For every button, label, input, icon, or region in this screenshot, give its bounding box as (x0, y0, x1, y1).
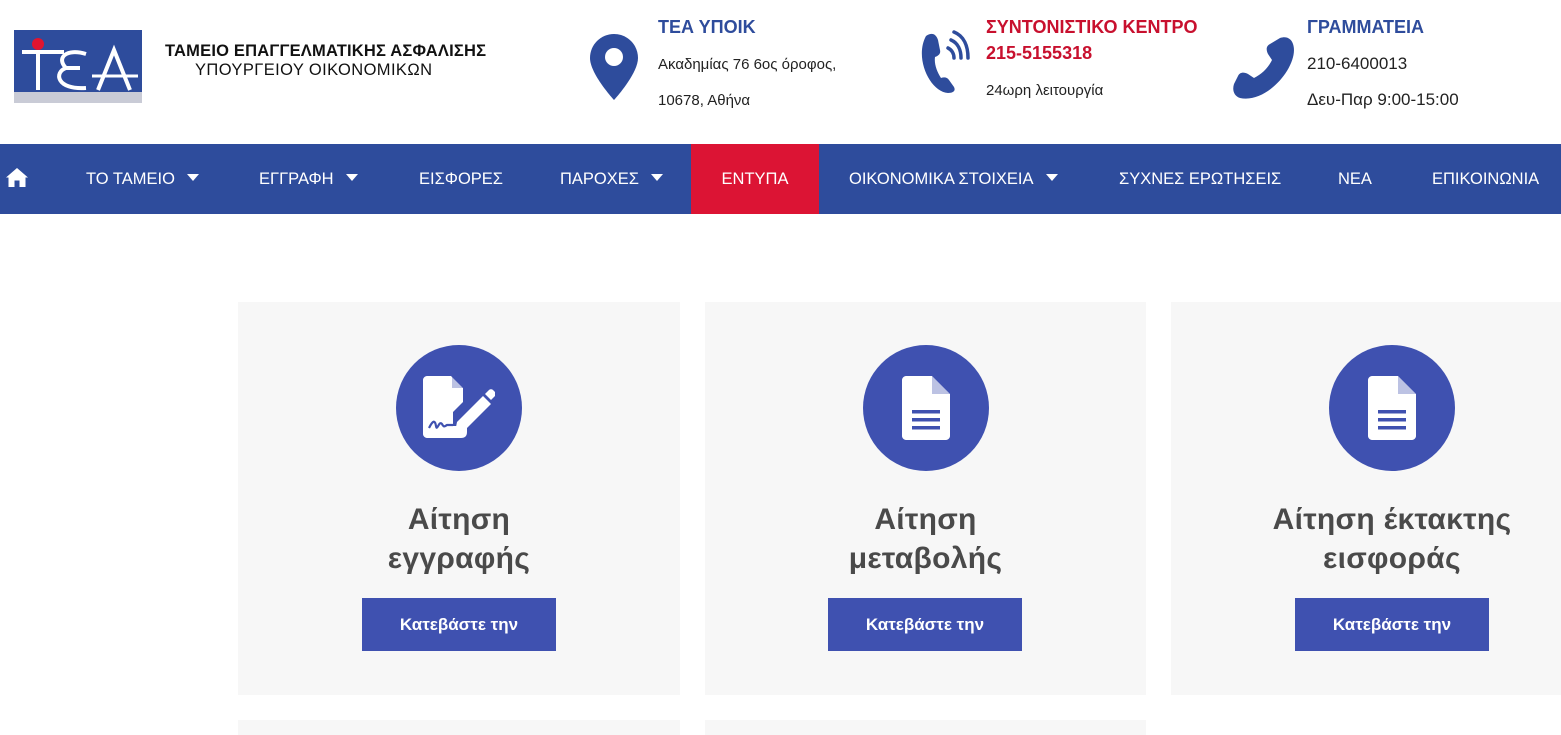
form-card-partial (238, 720, 680, 735)
call-center-title: ΣΥΝΤΟΝΙΣΤΙΚΟ ΚΕΝΤΡΟ (986, 17, 1198, 37)
tea-logo[interactable] (14, 30, 142, 103)
nav-item-label: ΕΓΓΡΑΦΗ (259, 170, 334, 188)
card-title-line1: Αίτηση (407, 503, 511, 536)
phone-ringing-icon (918, 28, 970, 99)
card-title-line1: Αίτηση (874, 503, 977, 536)
secretariat-hours: Δευ-Παρ 9:00-15:00 (1307, 90, 1459, 109)
chevron-down-icon (345, 174, 358, 182)
home-icon[interactable] (6, 168, 28, 192)
chevron-down-icon (1045, 174, 1058, 182)
nav-item-eisfores[interactable]: ΕΙΣΦΟΡΕΣ (419, 144, 503, 214)
logo-line1: ΤΑΜΕΙΟ ΕΠΑΓΓΕΛΜΑΤΙΚΗΣ ΑΣΦΑΛΙΣΗΣ (165, 42, 487, 60)
phone-icon (1230, 34, 1296, 105)
nav-item-label: ΣΥΧΝΕΣ ΕΡΩΤΗΣΕΙΣ (1119, 170, 1282, 188)
nav-item-label: ΕΝΤΥΠΑ (721, 170, 789, 188)
card-title: Αίτηση έκτακτης εισφοράς (1171, 500, 1561, 578)
nav-item-label: ΝΕΑ (1338, 170, 1372, 188)
nav-item-nea[interactable]: ΝΕΑ (1338, 144, 1372, 214)
form-card-eggrafi: Αίτηση εγγραφής Κατεβάστε την (238, 302, 680, 695)
form-card-ektakti-eisfora: Αίτηση έκτακτης εισφοράς Κατεβάστε την (1171, 302, 1561, 695)
card-title: Αίτηση μεταβολής (705, 500, 1146, 578)
nav-item-label: ΤΟ ΤΑΜΕΙΟ (86, 170, 175, 188)
card-title-line2: μεταβολής (848, 542, 1003, 575)
card-title: Αίτηση εγγραφής (238, 500, 680, 578)
download-button-eggrafi[interactable]: Κατεβάστε την (362, 598, 556, 651)
form-card-partial (705, 720, 1146, 735)
nav-item-oikonomika-stoixeia[interactable]: ΟΙΚΟΝΟΜΙΚΑ ΣΤΟΙΧΕΙΑ (849, 144, 1058, 214)
nav-item-to-tameio[interactable]: ΤΟ ΤΑΜΕΙΟ (86, 144, 199, 214)
map-pin-icon (590, 34, 638, 105)
file-signature-icon (396, 345, 522, 471)
nav-item-entypa[interactable]: ΕΝΤΥΠΑ (691, 144, 819, 214)
form-card-metavoli: Αίτηση μεταβολής Κατεβάστε την (705, 302, 1146, 695)
logo-line2: ΥΠΟΥΡΓΕΙΟΥ ΟΙΚΟΝΟΜΙΚΩΝ (195, 61, 433, 79)
secretariat-title: ΓΡΑΜΜΑΤΕΙΑ (1307, 17, 1424, 37)
tea-logo-mark (14, 30, 142, 103)
card-title-line2: εισφοράς (1323, 542, 1461, 575)
main-nav: ΤΟ ΤΑΜΕΙΟ ΕΓΓΡΑΦΗ ΕΙΣΦΟΡΕΣ ΠΑΡΟΧΕΣ ΕΝΤΥΠ… (0, 144, 1561, 214)
download-button-ektakti-eisfora[interactable]: Κατεβάστε την (1295, 598, 1489, 651)
address-line2: 10678, Αθήνα (658, 92, 751, 109)
logo-text: ΤΑΜΕΙΟ ΕΠΑΓΓΕΛΜΑΤΙΚΗΣ ΑΣΦΑΛΙΣΗΣ ΥΠΟΥΡΓΕΙ… (165, 42, 495, 80)
chevron-down-icon (186, 174, 199, 182)
file-alt-icon (1329, 345, 1455, 471)
card-title-line1: Αίτηση έκτακτης (1272, 503, 1512, 536)
nav-item-eggrafi[interactable]: ΕΓΓΡΑΦΗ (259, 144, 358, 214)
file-alt-icon (863, 345, 989, 471)
address-line1: Ακαδημίας 76 6ος όροφος, (658, 56, 837, 73)
call-center-hours: 24ωρη λειτουργία (986, 82, 1104, 99)
chevron-down-icon (650, 174, 663, 182)
nav-item-label: ΠΑΡΟΧΕΣ (560, 170, 639, 188)
nav-item-label: ΕΠΙΚΟΙΝΩΝΙΑ (1432, 170, 1540, 188)
download-button-metavoli[interactable]: Κατεβάστε την (828, 598, 1022, 651)
nav-item-label: ΕΙΣΦΟΡΕΣ (419, 170, 503, 188)
call-center-phone[interactable]: 215-5155318 (986, 43, 1092, 64)
site-header: ΤΑΜΕΙΟ ΕΠΑΓΓΕΛΜΑΤΙΚΗΣ ΑΣΦΑΛΙΣΗΣ ΥΠΟΥΡΓΕΙ… (0, 0, 1561, 144)
card-title-line2: εγγραφής (387, 542, 531, 575)
nav-item-syxnes-erotiseis[interactable]: ΣΥΧΝΕΣ ΕΡΩΤΗΣΕΙΣ (1119, 144, 1281, 214)
nav-item-paroxes[interactable]: ΠΑΡΟΧΕΣ (560, 144, 663, 214)
nav-item-label: ΟΙΚΟΝΟΜΙΚΑ ΣΤΟΙΧΕΙΑ (849, 170, 1034, 188)
nav-item-epikoinonia[interactable]: ΕΠΙΚΟΙΝΩΝΙΑ (1432, 144, 1539, 214)
secretariat-phone[interactable]: 210-6400013 (1307, 54, 1407, 74)
address-title: ΤΕΑ ΥΠΟΙΚ (658, 17, 756, 37)
